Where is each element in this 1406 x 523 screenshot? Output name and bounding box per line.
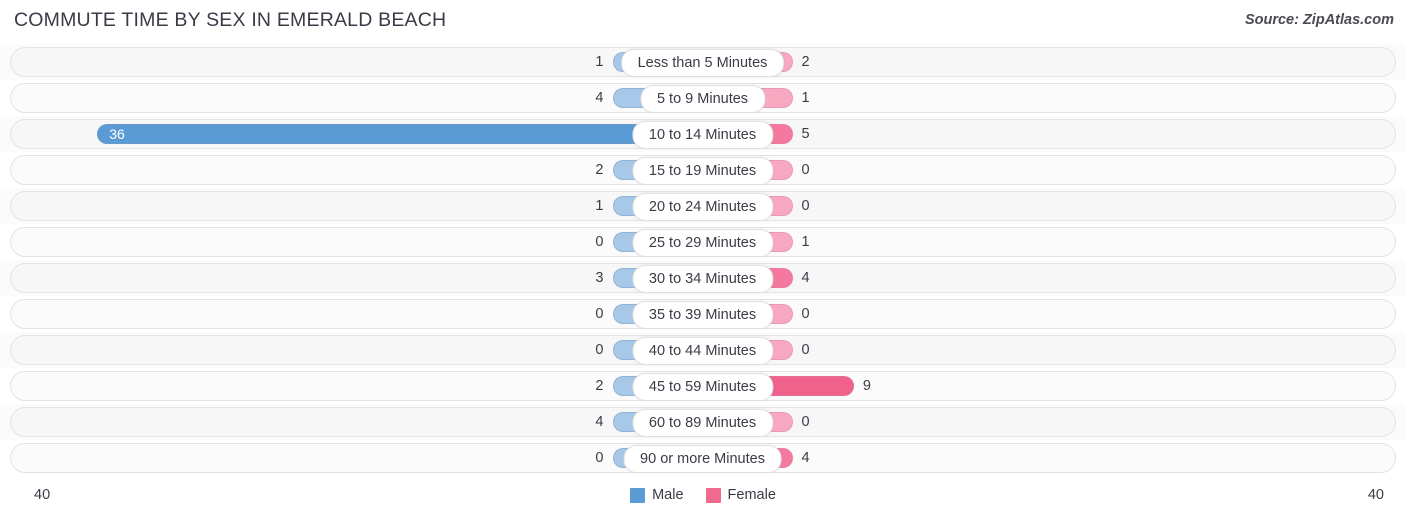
table-row[interactable]: 1 0 20 to 24 Minutes	[0, 188, 1406, 224]
bar-value-female: 2	[801, 54, 810, 70]
row-bars: 4 1 5 to 9 Minutes	[30, 85, 1376, 113]
bar-value-female: 1	[801, 90, 810, 106]
bar-value-male: 1	[595, 54, 604, 70]
bar-value-male: 3	[595, 270, 604, 286]
table-row[interactable]: 0 4 90 or more Minutes	[0, 440, 1406, 476]
row-category-label: 10 to 14 Minutes	[631, 121, 774, 149]
female-half: 4	[702, 268, 1376, 288]
table-row[interactable]: 4 1 5 to 9 Minutes	[0, 80, 1406, 116]
row-bars: 1 0 20 to 24 Minutes	[30, 193, 1376, 221]
row-category-label: 25 to 29 Minutes	[631, 229, 774, 257]
male-half: 0	[30, 232, 703, 252]
male-half: 1	[30, 196, 703, 216]
bar-value-female: 0	[801, 342, 810, 358]
bar-value-male: 2	[595, 378, 604, 394]
bar-value-female: 4	[801, 450, 810, 466]
row-category-label: 15 to 19 Minutes	[631, 157, 774, 185]
row-category-label: 30 to 34 Minutes	[631, 265, 774, 293]
female-half: 0	[702, 160, 1376, 180]
bar-value-female: 4	[801, 270, 810, 286]
bar-value-male: 0	[595, 234, 604, 250]
row-category-label: 40 to 44 Minutes	[631, 337, 774, 365]
bar-value-male: 4	[595, 90, 604, 106]
bar-value-female: 0	[801, 306, 810, 322]
row-bars: 0 0 35 to 39 Minutes	[30, 301, 1376, 329]
female-half: 0	[702, 196, 1376, 216]
female-half: 0	[702, 340, 1376, 360]
male-half: 0	[30, 304, 703, 324]
male-half: 2	[30, 160, 703, 180]
female-half: 5	[702, 124, 1376, 144]
row-bars: 2 0 15 to 19 Minutes	[30, 157, 1376, 185]
bar-value-male: 2	[595, 162, 604, 178]
table-row[interactable]: 0 1 25 to 29 Minutes	[0, 224, 1406, 260]
legend-swatch-male	[630, 487, 646, 503]
table-row[interactable]: 2 9 45 to 59 Minutes	[0, 368, 1406, 404]
row-bars: 0 0 40 to 44 Minutes	[30, 337, 1376, 365]
bar-value-female: 0	[801, 198, 810, 214]
male-half: 36	[30, 124, 703, 144]
chart-rows: 1 2 Less than 5 Minutes 4 1 5 to 9 Minutes 36 5…	[0, 44, 1406, 476]
table-row[interactable]: 36 5 10 to 14 Minutes	[0, 116, 1406, 152]
bar-value-male: 36	[109, 126, 125, 142]
table-row[interactable]: 0 0 35 to 39 Minutes	[0, 296, 1406, 332]
row-bars: 36 5 10 to 14 Minutes	[30, 121, 1376, 149]
row-category-label: 20 to 24 Minutes	[631, 193, 774, 221]
bar-value-male: 0	[595, 306, 604, 322]
row-category-label: Less than 5 Minutes	[620, 49, 785, 77]
female-half: 1	[702, 88, 1376, 108]
page-title: COMMUTE TIME BY SEX IN EMERALD BEACH	[14, 9, 447, 31]
male-half: 1	[30, 52, 703, 72]
male-half: 0	[30, 340, 703, 360]
table-row[interactable]: 2 0 15 to 19 Minutes	[0, 152, 1406, 188]
male-half: 3	[30, 268, 703, 288]
legend-swatch-female	[705, 487, 721, 503]
bar-value-male: 1	[595, 198, 604, 214]
female-half: 0	[702, 304, 1376, 324]
row-bars: 3 4 30 to 34 Minutes	[30, 265, 1376, 293]
row-bars: 0 4 90 or more Minutes	[30, 445, 1376, 473]
legend-label-male: Male	[652, 487, 684, 503]
source-attribution: Source: ZipAtlas.com	[1244, 12, 1394, 28]
row-category-label: 60 to 89 Minutes	[631, 409, 774, 437]
chart-plot-area: 1 2 Less than 5 Minutes 4 1 5 to 9 Minutes 36 5…	[0, 44, 1406, 482]
table-row[interactable]: 0 0 40 to 44 Minutes	[0, 332, 1406, 368]
bar-value-male: 0	[595, 342, 604, 358]
male-half: 0	[30, 448, 703, 468]
table-row[interactable]: 4 0 60 to 89 Minutes	[0, 404, 1406, 440]
male-half: 4	[30, 88, 703, 108]
bar-value-female: 5	[801, 126, 810, 142]
male-half: 4	[30, 412, 703, 432]
legend-label-female: Female	[727, 487, 776, 503]
female-half: 2	[702, 52, 1376, 72]
row-bars: 2 9 45 to 59 Minutes	[30, 373, 1376, 401]
bar-value-female: 9	[862, 378, 871, 394]
bar-value-male: 4	[595, 414, 604, 430]
row-category-label: 35 to 39 Minutes	[631, 301, 774, 329]
chart-footer: 40 40 Male Female	[0, 482, 1406, 523]
row-category-label: 90 or more Minutes	[623, 445, 782, 473]
legend-item-female[interactable]: Female	[705, 487, 776, 503]
row-bars: 4 0 60 to 89 Minutes	[30, 409, 1376, 437]
bar-value-female: 0	[801, 414, 810, 430]
chart-legend: Male Female	[0, 487, 1406, 503]
bar-value-female: 0	[801, 162, 810, 178]
row-category-label: 45 to 59 Minutes	[631, 373, 774, 401]
female-half: 4	[702, 448, 1376, 468]
bar-value-female: 1	[801, 234, 810, 250]
male-half: 2	[30, 376, 703, 396]
female-half: 0	[702, 412, 1376, 432]
female-half: 9	[702, 376, 1376, 396]
row-category-label: 5 to 9 Minutes	[639, 85, 766, 113]
table-row[interactable]: 3 4 30 to 34 Minutes	[0, 260, 1406, 296]
row-bars: 1 2 Less than 5 Minutes	[30, 49, 1376, 77]
legend-item-male[interactable]: Male	[630, 487, 684, 503]
table-row[interactable]: 1 2 Less than 5 Minutes	[0, 44, 1406, 80]
female-half: 1	[702, 232, 1376, 252]
row-bars: 0 1 25 to 29 Minutes	[30, 229, 1376, 257]
chart-header: COMMUTE TIME BY SEX IN EMERALD BEACH Sou…	[0, 0, 1406, 44]
bar-value-male: 0	[595, 450, 604, 466]
bar-male[interactable]	[97, 124, 703, 144]
